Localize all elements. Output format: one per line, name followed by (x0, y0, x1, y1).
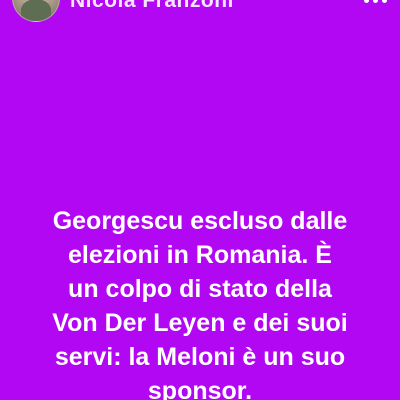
more-options-icon-dot (373, 0, 378, 3)
story-text: Georgescu escluso dalle elezioni in Roma… (0, 204, 400, 400)
story-text-line: elezioni in Romania. È (68, 241, 332, 269)
story-text-line: sponsor. (147, 377, 253, 400)
story-text-line: Georgescu escluso dalle (52, 207, 348, 235)
story-text-line: un colpo di stato della (68, 275, 332, 303)
story-header: Nicola Franzoni (0, 0, 400, 30)
username[interactable]: Nicola Franzoni (70, 0, 234, 13)
avatar[interactable] (12, 0, 60, 22)
more-options-icon-dot (382, 0, 387, 3)
story-text-line: servi: la Meloni è un suo (54, 343, 346, 371)
story-screen: Nicola Franzoni Georgescu escluso dalle … (0, 0, 400, 400)
more-options-button[interactable] (364, 0, 388, 12)
more-options-icon (364, 0, 369, 3)
story-text-line: Von Der Leyen e dei suoi (52, 309, 348, 337)
